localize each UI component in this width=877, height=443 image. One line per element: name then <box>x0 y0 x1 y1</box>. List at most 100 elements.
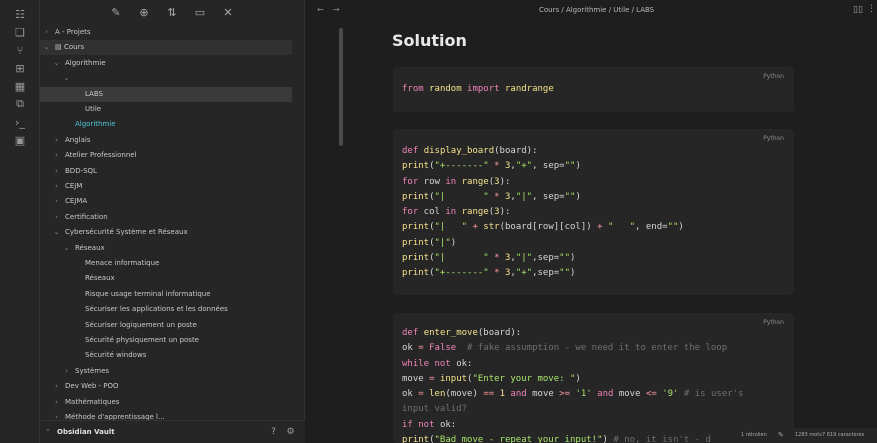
chevron-right-icon[interactable]: › <box>52 210 61 225</box>
tree-item[interactable]: Sécurité physiquement un poste <box>40 333 292 348</box>
tree-item[interactable]: ⌄ Cybersécurité Système et Réseaux <box>40 225 292 240</box>
grid-icon[interactable]: ⊞ <box>12 60 28 76</box>
copy-icon[interactable]: ⧉ <box>12 96 28 112</box>
chevron-right-icon[interactable]: › <box>52 379 61 394</box>
tree-item[interactable]: Algorithmie <box>40 117 292 132</box>
char-count: 7 819 caractères <box>822 432 865 438</box>
tree-item[interactable]: ⌄ Algorithmie <box>40 56 292 71</box>
tree-item[interactable]: Utile <box>40 102 292 117</box>
tree-item[interactable]: LABS <box>40 86 292 102</box>
vault-name[interactable]: Obsidian Vault <box>57 421 115 443</box>
tree-item[interactable]: › Méthode d'apprentissage l... <box>40 410 292 420</box>
tree-item[interactable]: › Atelier Professionnel <box>40 148 292 163</box>
settings-icon[interactable]: ⚙ <box>285 427 296 438</box>
chevron-right-icon[interactable]: › <box>52 194 61 209</box>
tree-item[interactable]: › A - Projets <box>40 25 292 40</box>
pencil-icon[interactable]: ✎ <box>778 428 784 443</box>
graph-icon[interactable]: ⑂ <box>12 42 28 58</box>
code-language-label: Python <box>763 73 784 80</box>
chevron-right-icon[interactable]: › <box>52 179 61 194</box>
page-title: Solution <box>392 31 467 50</box>
chevron-right-icon[interactable]: › <box>52 410 61 420</box>
tree-item-label: Systèmes <box>75 366 110 375</box>
tree-item[interactable]: › Dev Web - POO <box>40 379 292 394</box>
chevron-down-icon[interactable]: ⌄ <box>62 71 71 86</box>
backlinks-count[interactable]: 1 rétrolien <box>741 428 767 443</box>
tree-item-label: Réseaux <box>75 243 105 252</box>
code-block[interactable]: Python def enter_move(board): ok = False … <box>393 313 794 443</box>
collapse-icon[interactable]: ▭ <box>192 4 208 20</box>
close-icon[interactable]: ✕ <box>220 4 236 20</box>
file-tree: › A - Projets ⌄ ▤ Cours ⌄ Algorithmie ⌄ LABS Util… <box>40 25 298 420</box>
vault-switcher[interactable]: ⌃ Obsidian Vault ? ⚙ <box>40 420 305 443</box>
new-note-icon[interactable]: ✎ <box>108 4 124 20</box>
tree-item[interactable]: › CEJMA <box>40 194 292 209</box>
code-line: for col in range(3): <box>402 207 511 217</box>
help-icon[interactable]: ? <box>268 427 279 438</box>
tree-item-label: Atelier Professionnel <box>65 151 137 160</box>
tree-item-label: Sécuriser les applications et les donnée… <box>85 305 228 314</box>
folder-icon: ▤ <box>55 43 62 52</box>
tree-item[interactable]: › Systèmes <box>40 364 292 379</box>
tree-item-label: CEJM <box>65 182 83 190</box>
tree-item[interactable]: ⌄ <box>40 71 292 86</box>
chevron-right-icon[interactable]: › <box>42 25 51 40</box>
tree-item[interactable]: › Certification <box>40 210 292 225</box>
tree-item-label: A - Projets <box>55 28 91 36</box>
code-line: def display_board(board): <box>402 146 538 156</box>
breadcrumb[interactable]: Cours / Algorithmie / Utile / LABS <box>539 6 654 14</box>
code-content: def display_board(board): print("+-------… <box>402 144 684 281</box>
code-language-label: Python <box>763 135 784 142</box>
tree-item[interactable]: › Mathématiques <box>40 395 292 410</box>
ribbon: ☷ ❏ ⑂ ⊞ ▦ ⧉ ›_ ▣ <box>0 0 40 443</box>
terminal-icon[interactable]: ›_ <box>12 114 28 130</box>
status-bar: 1 rétrolien ✎ 1283 mots 7 819 caractères <box>734 428 877 443</box>
tree-item-label: Cybersécurité Système et Réseaux <box>65 228 188 237</box>
code-line: from random import randrange <box>402 84 554 94</box>
tree-item[interactable]: › BDD-SQL <box>40 164 292 179</box>
calendar-icon[interactable]: ▦ <box>12 78 28 94</box>
chevron-right-icon[interactable]: › <box>52 164 61 179</box>
tree-item[interactable]: Sécuriser logiquement un poste <box>40 318 292 333</box>
code-block[interactable]: Python from random import randrange <box>393 67 794 112</box>
chevron-down-icon[interactable]: ⌄ <box>42 40 51 55</box>
forward-arrow-icon[interactable]: → <box>333 5 340 14</box>
slides-icon[interactable]: ▣ <box>12 132 28 148</box>
chevron-down-icon[interactable]: ⌄ <box>62 241 71 256</box>
tree-item-label: Mathématiques <box>65 397 120 406</box>
tree-item-label: Sécurité physiquement un poste <box>85 336 199 344</box>
code-content: from random import randrange <box>402 82 554 97</box>
chevron-right-icon[interactable]: › <box>52 395 61 410</box>
tree-item[interactable]: › CEJM <box>40 179 292 194</box>
chevron-right-icon[interactable]: › <box>52 133 61 148</box>
files-icon[interactable]: ❏ <box>12 24 28 40</box>
new-folder-icon[interactable]: ⊕ <box>136 4 152 20</box>
sort-icon[interactable]: ⇅ <box>164 4 180 20</box>
code-line: ok = len(move) == 1 and move >= '1' and … <box>402 389 744 399</box>
book-icon[interactable]: ☷ <box>12 6 28 22</box>
code-line: if not ok: <box>402 419 457 430</box>
chevron-right-icon[interactable]: › <box>52 148 61 163</box>
tree-item-label: Anglais <box>65 135 91 144</box>
more-options-icon[interactable]: ⋮ <box>867 4 876 14</box>
code-block[interactable]: Python def display_board(board): print("+… <box>393 129 794 295</box>
code-line: print("Bad move - repeat your input!") #… <box>402 434 711 443</box>
tree-item-label: Sécuriser logiquement un poste <box>85 320 197 329</box>
back-arrow-icon[interactable]: ← <box>317 5 324 14</box>
tree-item[interactable]: ⌄ ▤ Cours <box>40 40 292 56</box>
word-count: 1283 mots <box>795 432 822 438</box>
tree-item[interactable]: Sécuriser les applications et les donnée… <box>40 302 292 317</box>
chevron-down-icon[interactable]: ⌄ <box>52 225 61 240</box>
tree-item[interactable]: ⌄ Réseaux <box>40 241 292 256</box>
reading-view-icon[interactable]: ▯▯ <box>853 5 863 15</box>
tree-item[interactable]: Risque usage terminal informatique <box>40 287 292 302</box>
chevron-down-icon[interactable]: ⌄ <box>52 56 61 71</box>
tree-item[interactable]: Réseaux <box>40 271 292 286</box>
code-line: ok = False # fake assumption - we need i… <box>402 343 728 354</box>
tree-item[interactable]: › Anglais <box>40 133 292 148</box>
tree-item[interactable]: Menace informatique <box>40 256 292 271</box>
scrollbar[interactable] <box>339 28 343 146</box>
code-line: for row in range(3): <box>402 176 511 187</box>
chevron-right-icon[interactable]: › <box>62 364 71 379</box>
tree-item[interactable]: Sécurité windows <box>40 348 292 363</box>
